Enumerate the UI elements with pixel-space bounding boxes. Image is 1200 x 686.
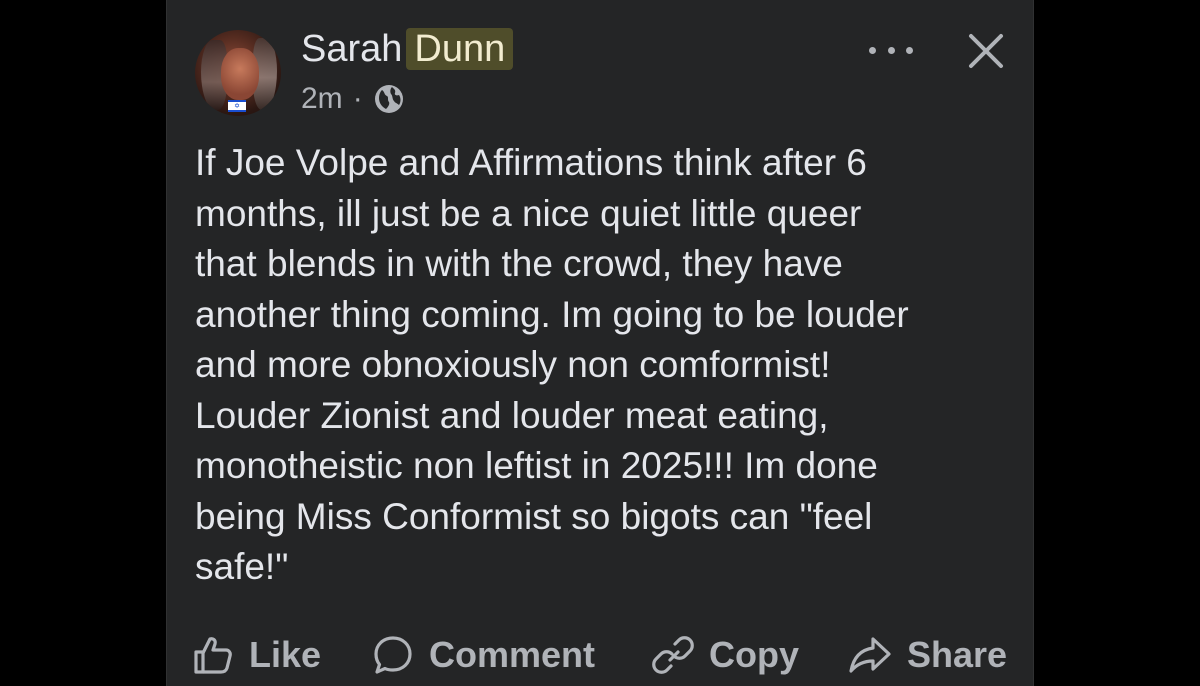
globe-icon[interactable] <box>373 83 405 115</box>
more-options-icon[interactable] <box>869 30 913 70</box>
like-label: Like <box>249 634 322 675</box>
more-dot <box>869 46 876 54</box>
post-meta: 2m · <box>301 82 405 116</box>
comment-icon <box>374 636 412 674</box>
like-button[interactable]: Like <box>191 630 321 680</box>
meta-separator: · <box>352 82 363 115</box>
post-card: ✡ Sarah Dunn 2m · If Joe Volpe and Affirm… <box>166 0 1034 686</box>
screenshot: ✡ Sarah Dunn 2m · If Joe Volpe and Affirm… <box>0 0 1200 686</box>
copy-label: Copy <box>709 634 799 675</box>
avatar[interactable]: ✡ <box>195 30 281 116</box>
comment-label: Comment <box>429 634 596 675</box>
copy-button[interactable]: Copy <box>651 630 799 680</box>
close-icon[interactable] <box>965 30 1007 72</box>
comment-button[interactable]: Comment <box>371 630 595 680</box>
avatar-face <box>221 48 259 100</box>
post-body: If Joe Volpe and Affirmations think afte… <box>195 142 909 587</box>
share-arrow-icon <box>849 637 891 673</box>
more-dot <box>887 46 895 54</box>
link-icon <box>652 636 694 674</box>
author-first-name[interactable]: Sarah <box>301 28 402 70</box>
post-time[interactable]: 2m <box>301 82 343 116</box>
share-button[interactable]: Share <box>847 630 1007 680</box>
flag-icon: ✡ <box>228 100 246 112</box>
author-last-name-highlighted[interactable]: Dunn <box>406 28 514 70</box>
share-label: Share <box>907 634 1008 675</box>
post-actions-bar: Like Comment Copy Share <box>191 630 1011 680</box>
more-dot <box>906 46 913 54</box>
author-name[interactable]: Sarah Dunn <box>301 28 514 71</box>
thumbs-up-icon <box>194 637 232 674</box>
